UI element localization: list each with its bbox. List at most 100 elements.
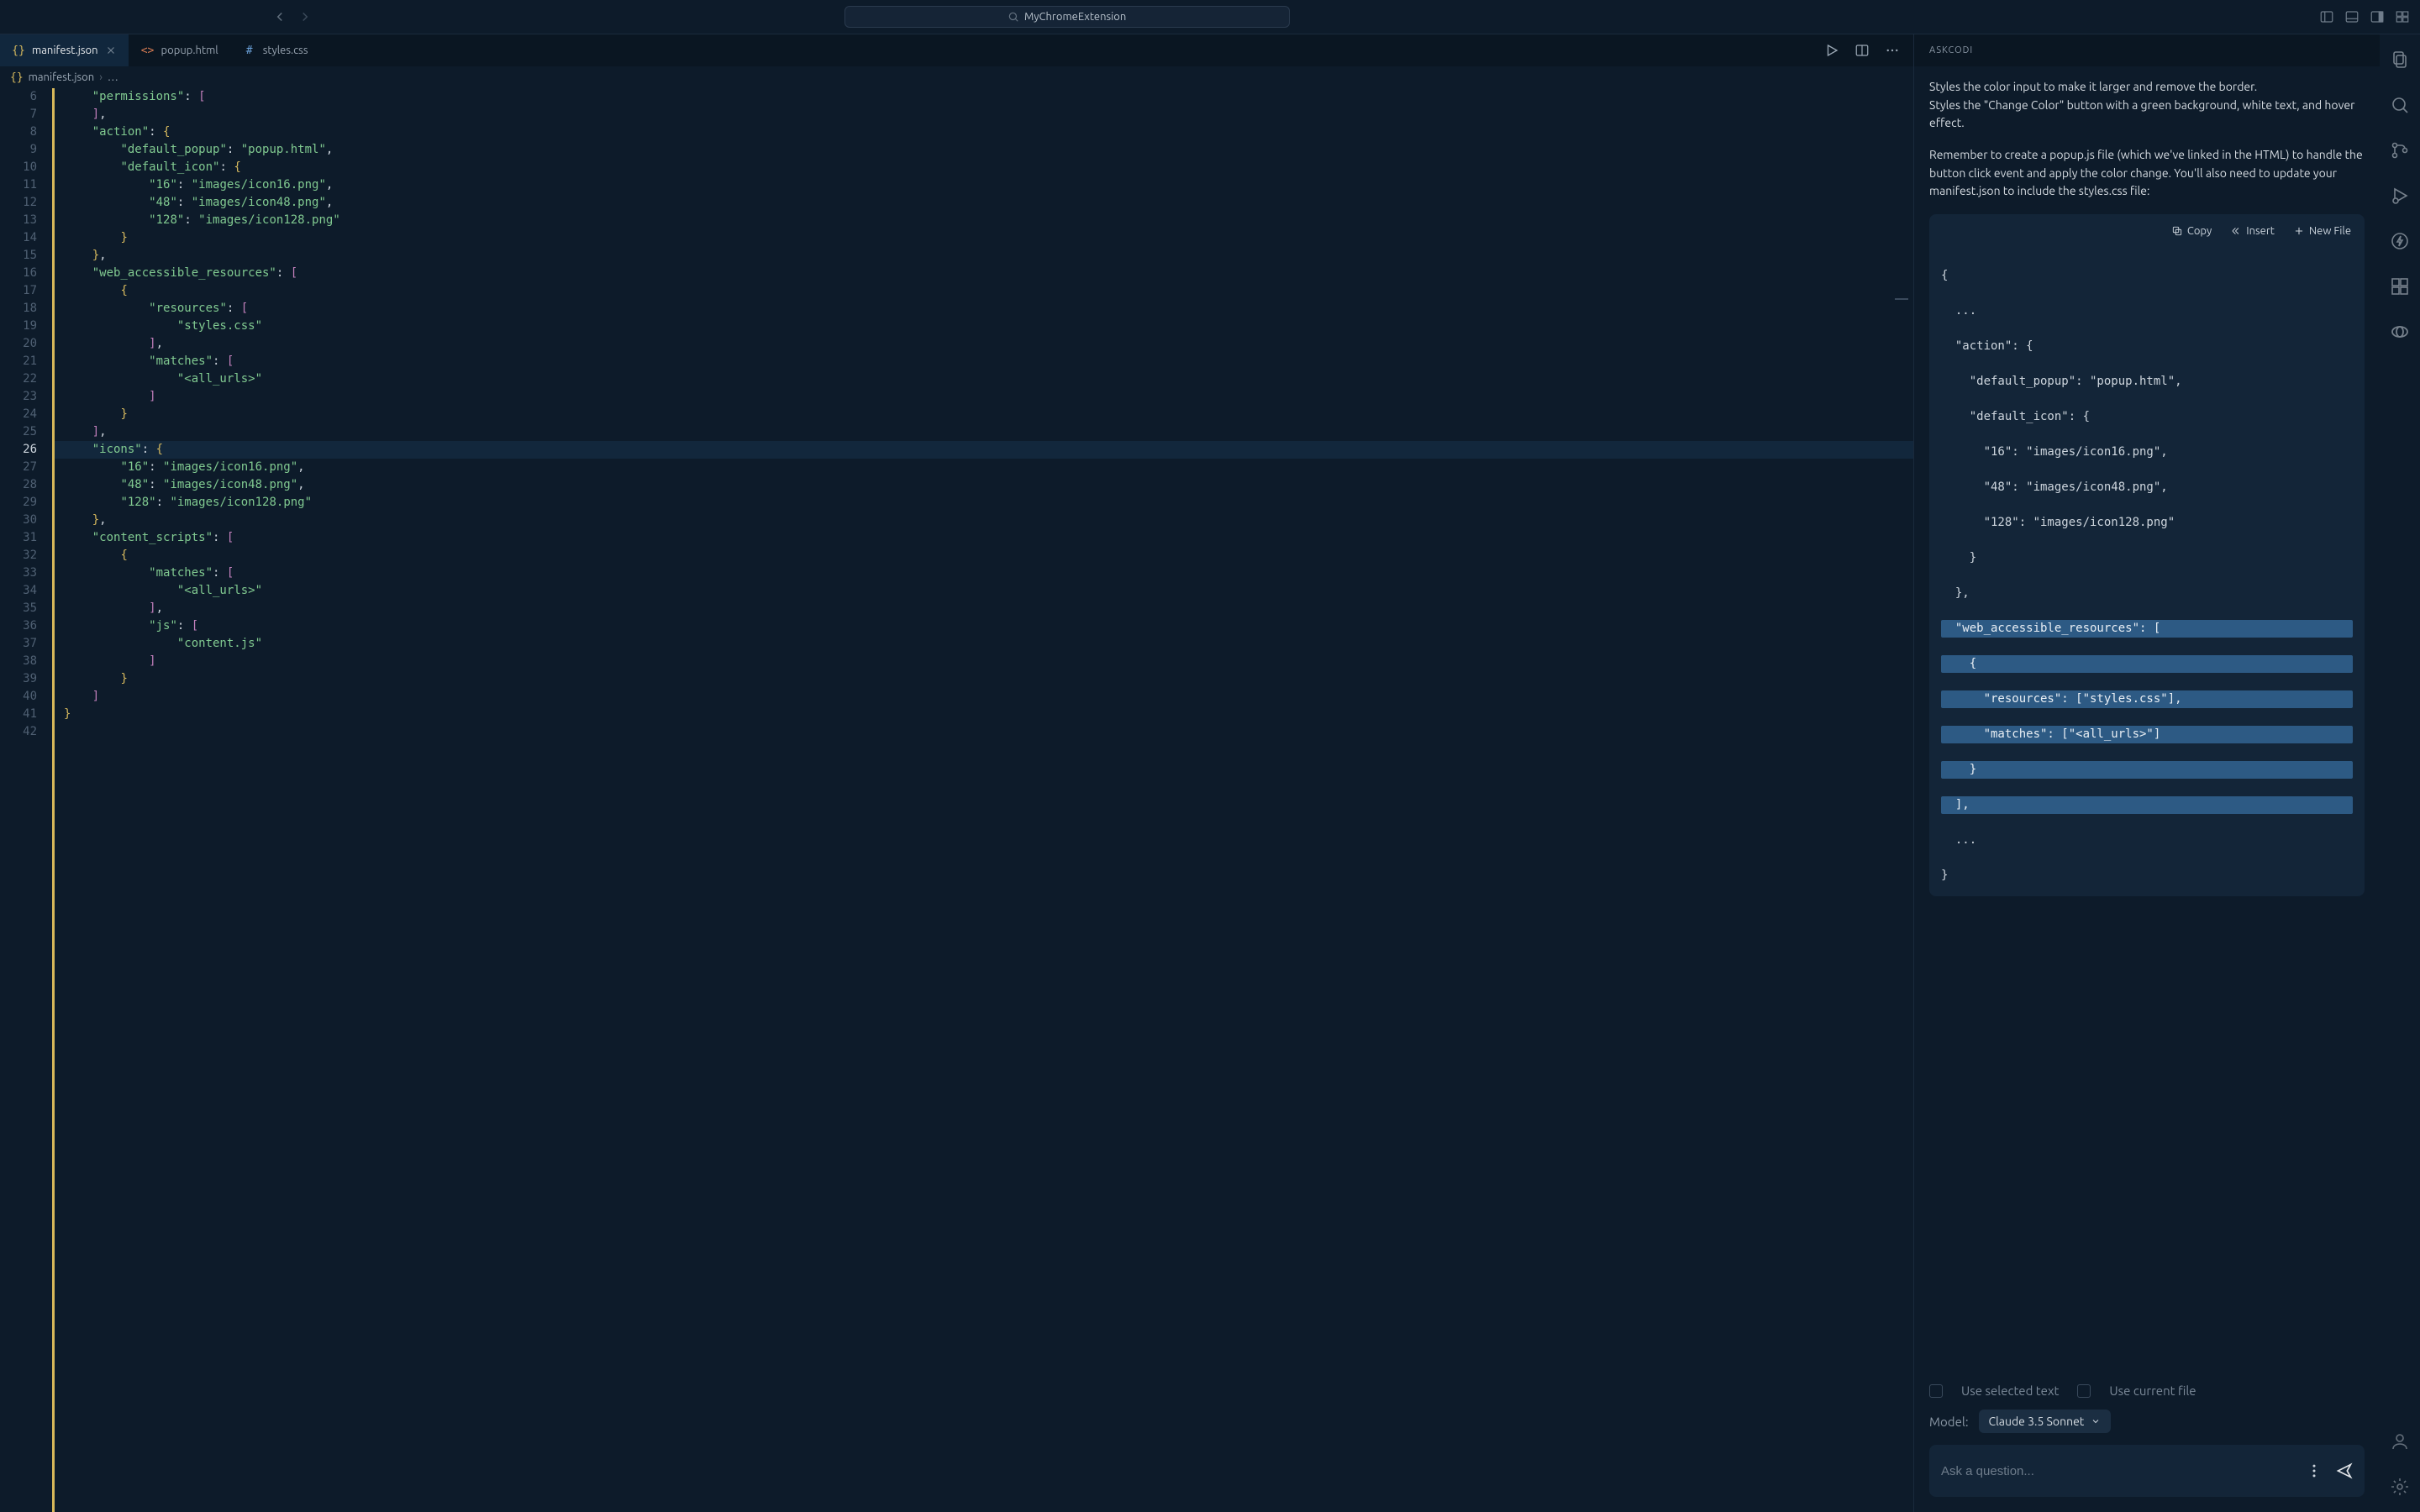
code-editor[interactable]: 6789101112131415161718192021222324252627… <box>0 88 1913 1512</box>
nav-forward-icon[interactable] <box>297 9 313 24</box>
panel-title[interactable]: ASKCODI <box>1929 45 1973 55</box>
code-line[interactable]: "48": "images/icon48.png", <box>52 194 1913 212</box>
send-icon[interactable] <box>2336 1462 2353 1479</box>
split-editor-icon[interactable] <box>1854 43 1870 58</box>
more-icon[interactable] <box>1885 43 1900 58</box>
code-line[interactable]: }, <box>52 512 1913 529</box>
chevron-right-icon: › <box>99 71 103 83</box>
code-line[interactable]: ], <box>52 106 1913 123</box>
line-gutter: 6789101112131415161718192021222324252627… <box>0 88 52 1512</box>
askcodi-panel: ASKCODI Styles the color input to make i… <box>1913 34 2380 1512</box>
tab-label: styles.css <box>263 45 308 56</box>
code-line[interactable]: "resources": [ <box>52 300 1913 318</box>
codeblock-content[interactable]: { ... "action": { "default_popup": "popu… <box>1929 243 2365 896</box>
askcodi-icon[interactable] <box>2390 322 2410 342</box>
kebab-icon[interactable] <box>2306 1462 2323 1479</box>
title-bar: MyChromeExtension <box>0 0 2420 34</box>
nav-back-icon[interactable] <box>272 9 287 24</box>
insert-button[interactable]: Insert <box>2230 223 2275 239</box>
nav-arrows <box>272 9 313 24</box>
code-line[interactable]: "icons": { <box>52 441 1913 459</box>
model-selector[interactable]: Claude 3.5 Sonnet <box>1979 1410 2112 1433</box>
codeblock-toolbar: Copy Insert New File <box>1929 214 2365 243</box>
titlebar-left <box>10 9 329 24</box>
change-indicator <box>52 88 55 1512</box>
close-icon[interactable] <box>105 45 117 56</box>
code-line[interactable]: } <box>52 229 1913 247</box>
copy-button[interactable]: Copy <box>2171 223 2212 239</box>
assistant-text-1: Styles the color input to make it larger… <box>1929 78 2365 133</box>
code-line[interactable]: "16": "images/icon16.png", <box>52 459 1913 476</box>
editor-group: {} manifest.json <> popup.html # styles.… <box>0 34 1913 1512</box>
code-line[interactable]: "matches": [ <box>52 353 1913 370</box>
activity-bar <box>2380 34 2420 1512</box>
code-line[interactable]: } <box>52 706 1913 723</box>
copy-label: Copy <box>2187 223 2212 239</box>
code-line[interactable]: "default_icon": { <box>52 159 1913 176</box>
checkbox-selected-text[interactable] <box>1929 1384 1943 1398</box>
bolt-icon[interactable] <box>2390 231 2410 251</box>
source-control-icon[interactable] <box>2390 140 2410 160</box>
code-line[interactable]: "matches": [ <box>52 564 1913 582</box>
layout-panel-left-icon[interactable] <box>2319 9 2334 24</box>
plus-icon <box>2293 225 2305 237</box>
tab-manifest[interactable]: {} manifest.json <box>0 34 129 66</box>
run-debug-icon[interactable] <box>2390 186 2410 206</box>
breadcrumb-file: manifest.json <box>29 71 95 83</box>
code-line[interactable]: "permissions": [ <box>52 88 1913 106</box>
run-icon[interactable] <box>1824 43 1839 58</box>
code-line[interactable]: ] <box>52 388 1913 406</box>
code-line[interactable]: ], <box>52 423 1913 441</box>
account-icon[interactable] <box>2390 1431 2410 1452</box>
code-line[interactable]: "<all_urls>" <box>52 370 1913 388</box>
layout-sidebar-right-icon[interactable] <box>2370 9 2385 24</box>
code-line[interactable]: "content.js" <box>52 635 1913 653</box>
code-line[interactable]: ] <box>52 688 1913 706</box>
checkbox-current-file[interactable] <box>2077 1384 2091 1398</box>
code-line[interactable]: "js": [ <box>52 617 1913 635</box>
code-line[interactable]: "128": "images/icon128.png" <box>52 212 1913 229</box>
code-line[interactable]: ] <box>52 653 1913 670</box>
code-line[interactable]: }, <box>52 247 1913 265</box>
tab-popup[interactable]: <> popup.html <box>129 34 231 66</box>
model-row: Model: Claude 3.5 Sonnet <box>1929 1410 2365 1433</box>
code-line[interactable]: "action": { <box>52 123 1913 141</box>
layout-customize-icon[interactable] <box>2395 9 2410 24</box>
code-line[interactable]: } <box>52 406 1913 423</box>
code-line[interactable]: ], <box>52 335 1913 353</box>
panel-footer: Use selected text Use current file Model… <box>1914 1378 2380 1512</box>
insert-icon <box>2230 225 2242 237</box>
layout-panel-bottom-icon[interactable] <box>2344 9 2360 24</box>
tab-label: manifest.json <box>32 45 98 56</box>
code-line[interactable]: { <box>52 282 1913 300</box>
extensions-icon[interactable] <box>2390 276 2410 297</box>
code-line[interactable]: "128": "images/icon128.png" <box>52 494 1913 512</box>
ask-input[interactable] <box>1941 1464 2306 1478</box>
code-line[interactable]: "styles.css" <box>52 318 1913 335</box>
code-line[interactable]: { <box>52 547 1913 564</box>
new-file-button[interactable]: New File <box>2293 223 2351 239</box>
code-line[interactable]: "content_scripts": [ <box>52 529 1913 547</box>
command-center[interactable]: MyChromeExtension <box>844 6 1290 28</box>
breadcrumb[interactable]: {} manifest.json › … <box>0 66 1913 88</box>
code-line[interactable]: "web_accessible_resources": [ <box>52 265 1913 282</box>
tab-styles[interactable]: # styles.css <box>231 34 321 66</box>
code-line[interactable]: ], <box>52 600 1913 617</box>
model-label: Model: <box>1929 1415 1969 1429</box>
gear-icon[interactable] <box>2390 1477 2410 1497</box>
titlebar-right <box>2319 9 2410 24</box>
assistant-text-2: Remember to create a popup.js file (whic… <box>1929 146 2365 201</box>
explorer-icon[interactable] <box>2390 50 2410 70</box>
json-icon: {} <box>10 71 24 84</box>
code-line[interactable]: "<all_urls>" <box>52 582 1913 600</box>
command-center-text: MyChromeExtension <box>1024 11 1126 23</box>
code-line[interactable]: "default_popup": "popup.html", <box>52 141 1913 159</box>
panel-tab-bar: ASKCODI <box>1914 34 2380 66</box>
code-line[interactable]: "48": "images/icon48.png", <box>52 476 1913 494</box>
chat-body: Styles the color input to make it larger… <box>1914 66 2380 1378</box>
search-icon[interactable] <box>2390 95 2410 115</box>
code-line[interactable]: "16": "images/icon16.png", <box>52 176 1913 194</box>
code-line[interactable]: } <box>52 670 1913 688</box>
model-value: Claude 3.5 Sonnet <box>1989 1415 2085 1428</box>
search-icon <box>1007 11 1019 23</box>
